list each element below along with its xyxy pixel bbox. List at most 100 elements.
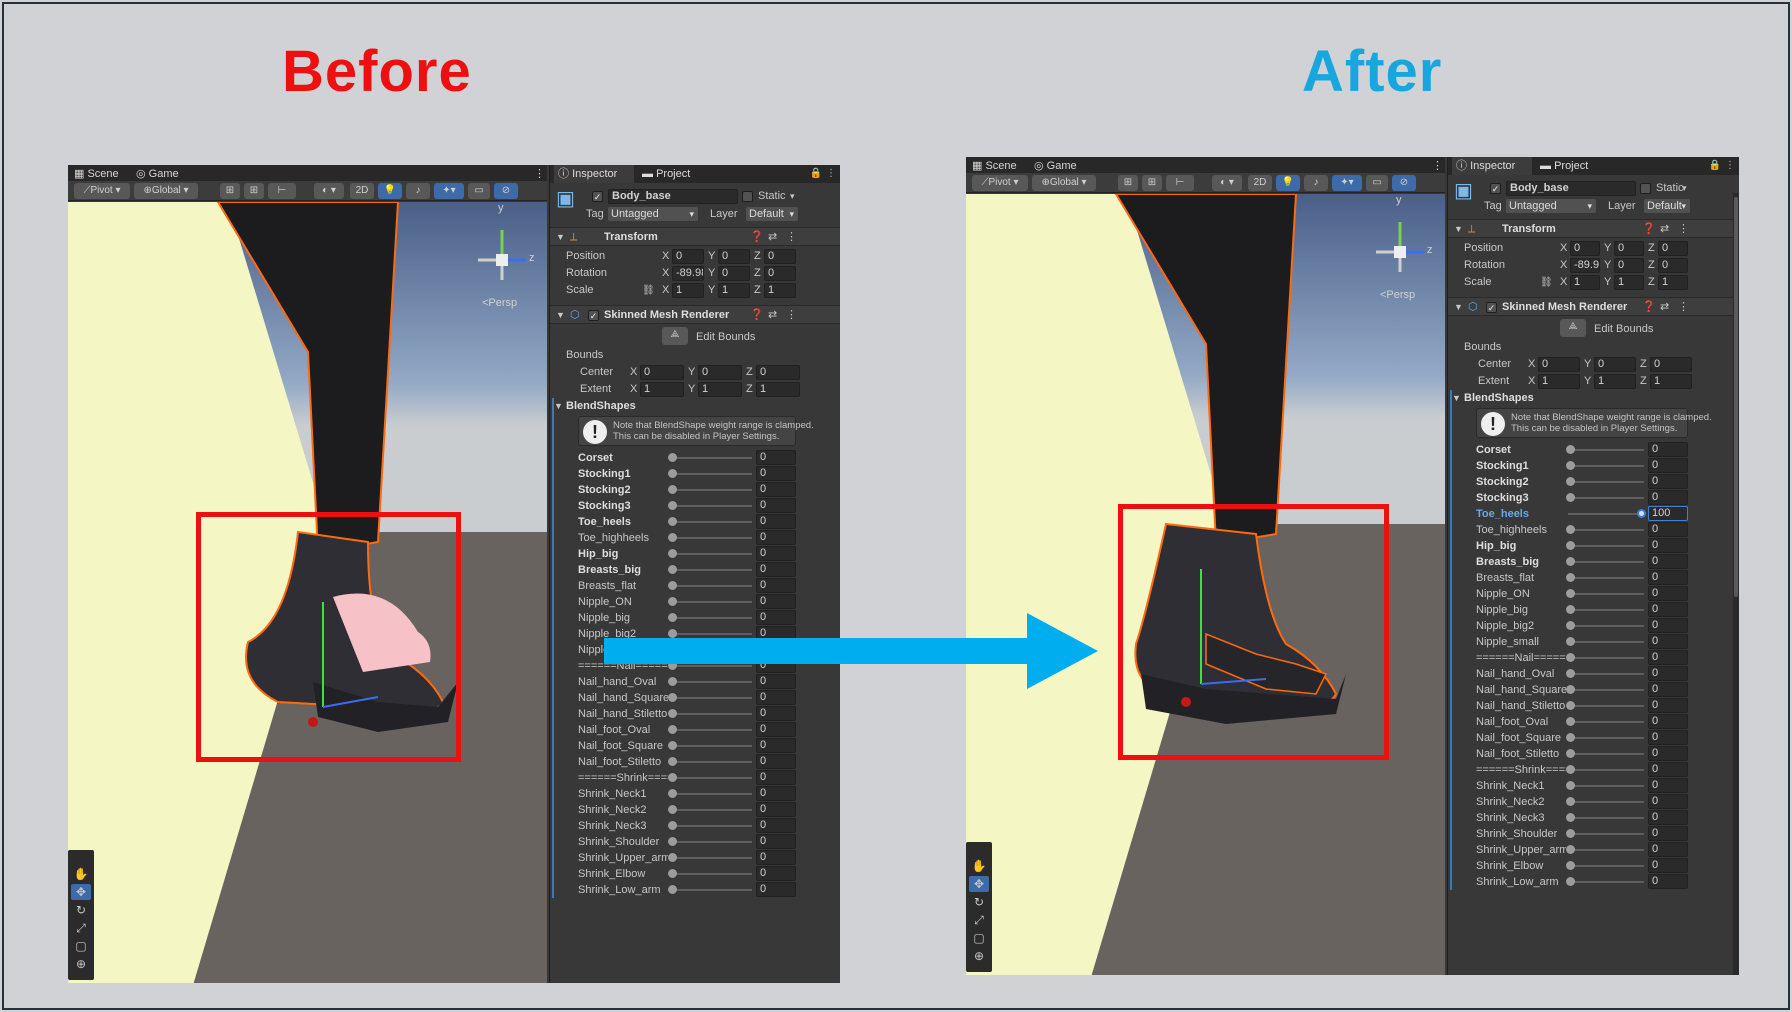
blendshape-slider-track[interactable]	[670, 809, 752, 811]
blendshape-slider-knob[interactable]	[1566, 877, 1575, 886]
transform-position-y-field[interactable]: 0	[718, 249, 750, 264]
camera-icon[interactable]: ▭	[468, 183, 490, 199]
blendshape-slider-track[interactable]	[1568, 545, 1644, 547]
blendshape-slider-knob[interactable]	[1566, 717, 1575, 726]
transform-header[interactable]: ▼ ⟂ Transform ❓ ⇄ ⋮	[550, 227, 840, 246]
blendshape-value-field[interactable]: 0	[1648, 714, 1688, 729]
blendshape-value-field[interactable]: 0	[756, 546, 796, 561]
camera-icon[interactable]: ▭	[1366, 175, 1388, 191]
presets-icon[interactable]: ⇄	[768, 228, 777, 246]
blendshape-slider-knob[interactable]	[668, 741, 677, 750]
component-menu-icon[interactable]: ⋮	[786, 228, 797, 246]
increment-icon[interactable]: ⊢	[1166, 175, 1194, 191]
blendshape-slider-track[interactable]	[670, 601, 752, 603]
transform-scale-y-field[interactable]: 1	[718, 283, 750, 298]
blendshape-value-field[interactable]: 0	[756, 818, 796, 833]
blendshape-slider-track[interactable]	[1568, 449, 1644, 451]
blendshape-slider-track[interactable]	[1568, 657, 1644, 659]
snap-icon[interactable]: ⊞	[244, 183, 264, 199]
blendshapes-header[interactable]: ▼ BlendShapes	[1448, 390, 1739, 407]
blendshape-value-field[interactable]: 0	[1648, 570, 1688, 585]
blendshape-value-field[interactable]: 100	[1648, 506, 1688, 521]
blendshape-value-field[interactable]: 0	[1648, 778, 1688, 793]
pivot-dropdown[interactable]: ⟋Pivot ▾	[74, 183, 130, 199]
blendshape-slider-knob[interactable]	[1566, 829, 1575, 838]
blendshape-slider-knob[interactable]	[1637, 509, 1646, 518]
transform-scale-x-field[interactable]: 1	[672, 283, 704, 298]
transform-rotation-x-field[interactable]: -89.98	[1570, 258, 1600, 273]
blendshape-slider-track[interactable]	[1568, 769, 1644, 771]
blendshape-slider-knob[interactable]	[668, 693, 677, 702]
more-icon[interactable]: ⋮	[534, 167, 545, 181]
global-dropdown[interactable]: ⊕Global ▾	[1032, 175, 1096, 191]
scale-tool-icon[interactable]: ⤢	[969, 912, 989, 928]
tag-dropdown[interactable]: Untagged	[608, 207, 698, 221]
blendshape-slider-track[interactable]	[1568, 641, 1644, 643]
blendshape-slider-knob[interactable]	[1566, 685, 1575, 694]
bounds-center-z-field[interactable]: 0	[756, 365, 800, 380]
blendshape-value-field[interactable]: 0	[756, 530, 796, 545]
blendshape-value-field[interactable]: 0	[1648, 826, 1688, 841]
menu-icon[interactable]: ⋮	[826, 168, 836, 179]
blendshape-value-field[interactable]: 0	[756, 786, 796, 801]
effects-icon[interactable]: ✦▾	[434, 183, 464, 199]
blendshape-slider-track[interactable]	[670, 553, 752, 555]
blendshape-value-field[interactable]: 0	[1648, 474, 1688, 489]
blendshape-slider-knob[interactable]	[668, 581, 677, 590]
component-menu-icon[interactable]: ⋮	[786, 306, 797, 324]
layer-dropdown[interactable]: Default	[1644, 199, 1690, 213]
blendshape-value-field[interactable]: 0	[756, 882, 796, 897]
blendshape-value-field[interactable]: 0	[756, 594, 796, 609]
transform-scale-x-field[interactable]: 1	[1570, 275, 1600, 290]
pivot-dropdown[interactable]: ⟋Pivot ▾	[972, 175, 1028, 191]
static-dropdown-icon[interactable]: ▾	[1682, 181, 1687, 196]
static-checkbox[interactable]	[742, 191, 753, 202]
blendshape-slider-track[interactable]	[670, 537, 752, 539]
blendshape-slider-knob[interactable]	[1566, 573, 1575, 582]
blendshape-slider-knob[interactable]	[668, 789, 677, 798]
foldout-icon[interactable]: ▼	[1452, 390, 1461, 407]
foldout-icon[interactable]: ▼	[556, 228, 565, 246]
blendshape-slider-knob[interactable]	[668, 805, 677, 814]
blendshape-slider-track[interactable]	[670, 857, 752, 859]
scene-viewport[interactable]: y z <Persp ✋ ✥ ↻ ⤢ ▢ ⊕	[966, 194, 1445, 975]
snap-icon[interactable]: ⊞	[1142, 175, 1162, 191]
effects-icon[interactable]: ✦▾	[1332, 175, 1362, 191]
blendshape-slider-track[interactable]	[1568, 705, 1644, 707]
blendshape-slider-knob[interactable]	[668, 517, 677, 526]
blendshape-slider-track[interactable]	[670, 505, 752, 507]
blendshape-value-field[interactable]: 0	[1648, 698, 1688, 713]
blendshape-slider-knob[interactable]	[668, 885, 677, 894]
help-icon[interactable]: ❓	[1642, 298, 1656, 316]
blendshape-slider-track[interactable]	[1568, 625, 1644, 627]
component-menu-icon[interactable]: ⋮	[1678, 220, 1689, 238]
grid-icon[interactable]: ⊞	[220, 183, 240, 199]
bounds-center-z-field[interactable]: 0	[1650, 357, 1692, 372]
blendshape-slider-knob[interactable]	[1566, 621, 1575, 630]
edit-bounds-button[interactable]: ⟁	[662, 327, 688, 345]
edit-bounds-button[interactable]: ⟁	[1560, 319, 1586, 337]
smr-header[interactable]: ▼ ⬡ ✓ Skinned Mesh Renderer ❓ ⇄ ⋮	[550, 305, 840, 324]
blendshape-slider-knob[interactable]	[1566, 733, 1575, 742]
blendshape-slider-track[interactable]	[1568, 817, 1644, 819]
more-icon[interactable]: ⋮	[1432, 159, 1443, 173]
lock-icon[interactable]: 🔒	[1709, 160, 1721, 171]
component-menu-icon[interactable]: ⋮	[1678, 298, 1689, 316]
blendshape-slider-knob[interactable]	[1566, 669, 1575, 678]
blendshapes-header[interactable]: ▼ BlendShapes	[550, 398, 840, 415]
blendshape-value-field[interactable]: 0	[1648, 746, 1688, 761]
blendshape-slider-track[interactable]	[1568, 785, 1644, 787]
scrollbar-thumb[interactable]	[1734, 197, 1738, 597]
blendshape-slider-track[interactable]	[670, 521, 752, 523]
blendshape-slider-knob[interactable]	[1566, 557, 1575, 566]
blendshape-slider-track[interactable]	[670, 889, 752, 891]
audio-icon[interactable]: ♪	[406, 183, 430, 199]
blendshape-value-field[interactable]: 0	[756, 866, 796, 881]
blendshape-slider-knob[interactable]	[1566, 797, 1575, 806]
blendshape-value-field[interactable]: 0	[756, 754, 796, 769]
blendshape-slider-track[interactable]	[670, 761, 752, 763]
presets-icon[interactable]: ⇄	[1660, 298, 1669, 316]
tab-scene[interactable]: ▦ Scene	[74, 167, 119, 181]
layer-dropdown[interactable]: Default	[746, 207, 798, 221]
transform-rotation-x-field[interactable]: -89.98	[672, 266, 704, 281]
